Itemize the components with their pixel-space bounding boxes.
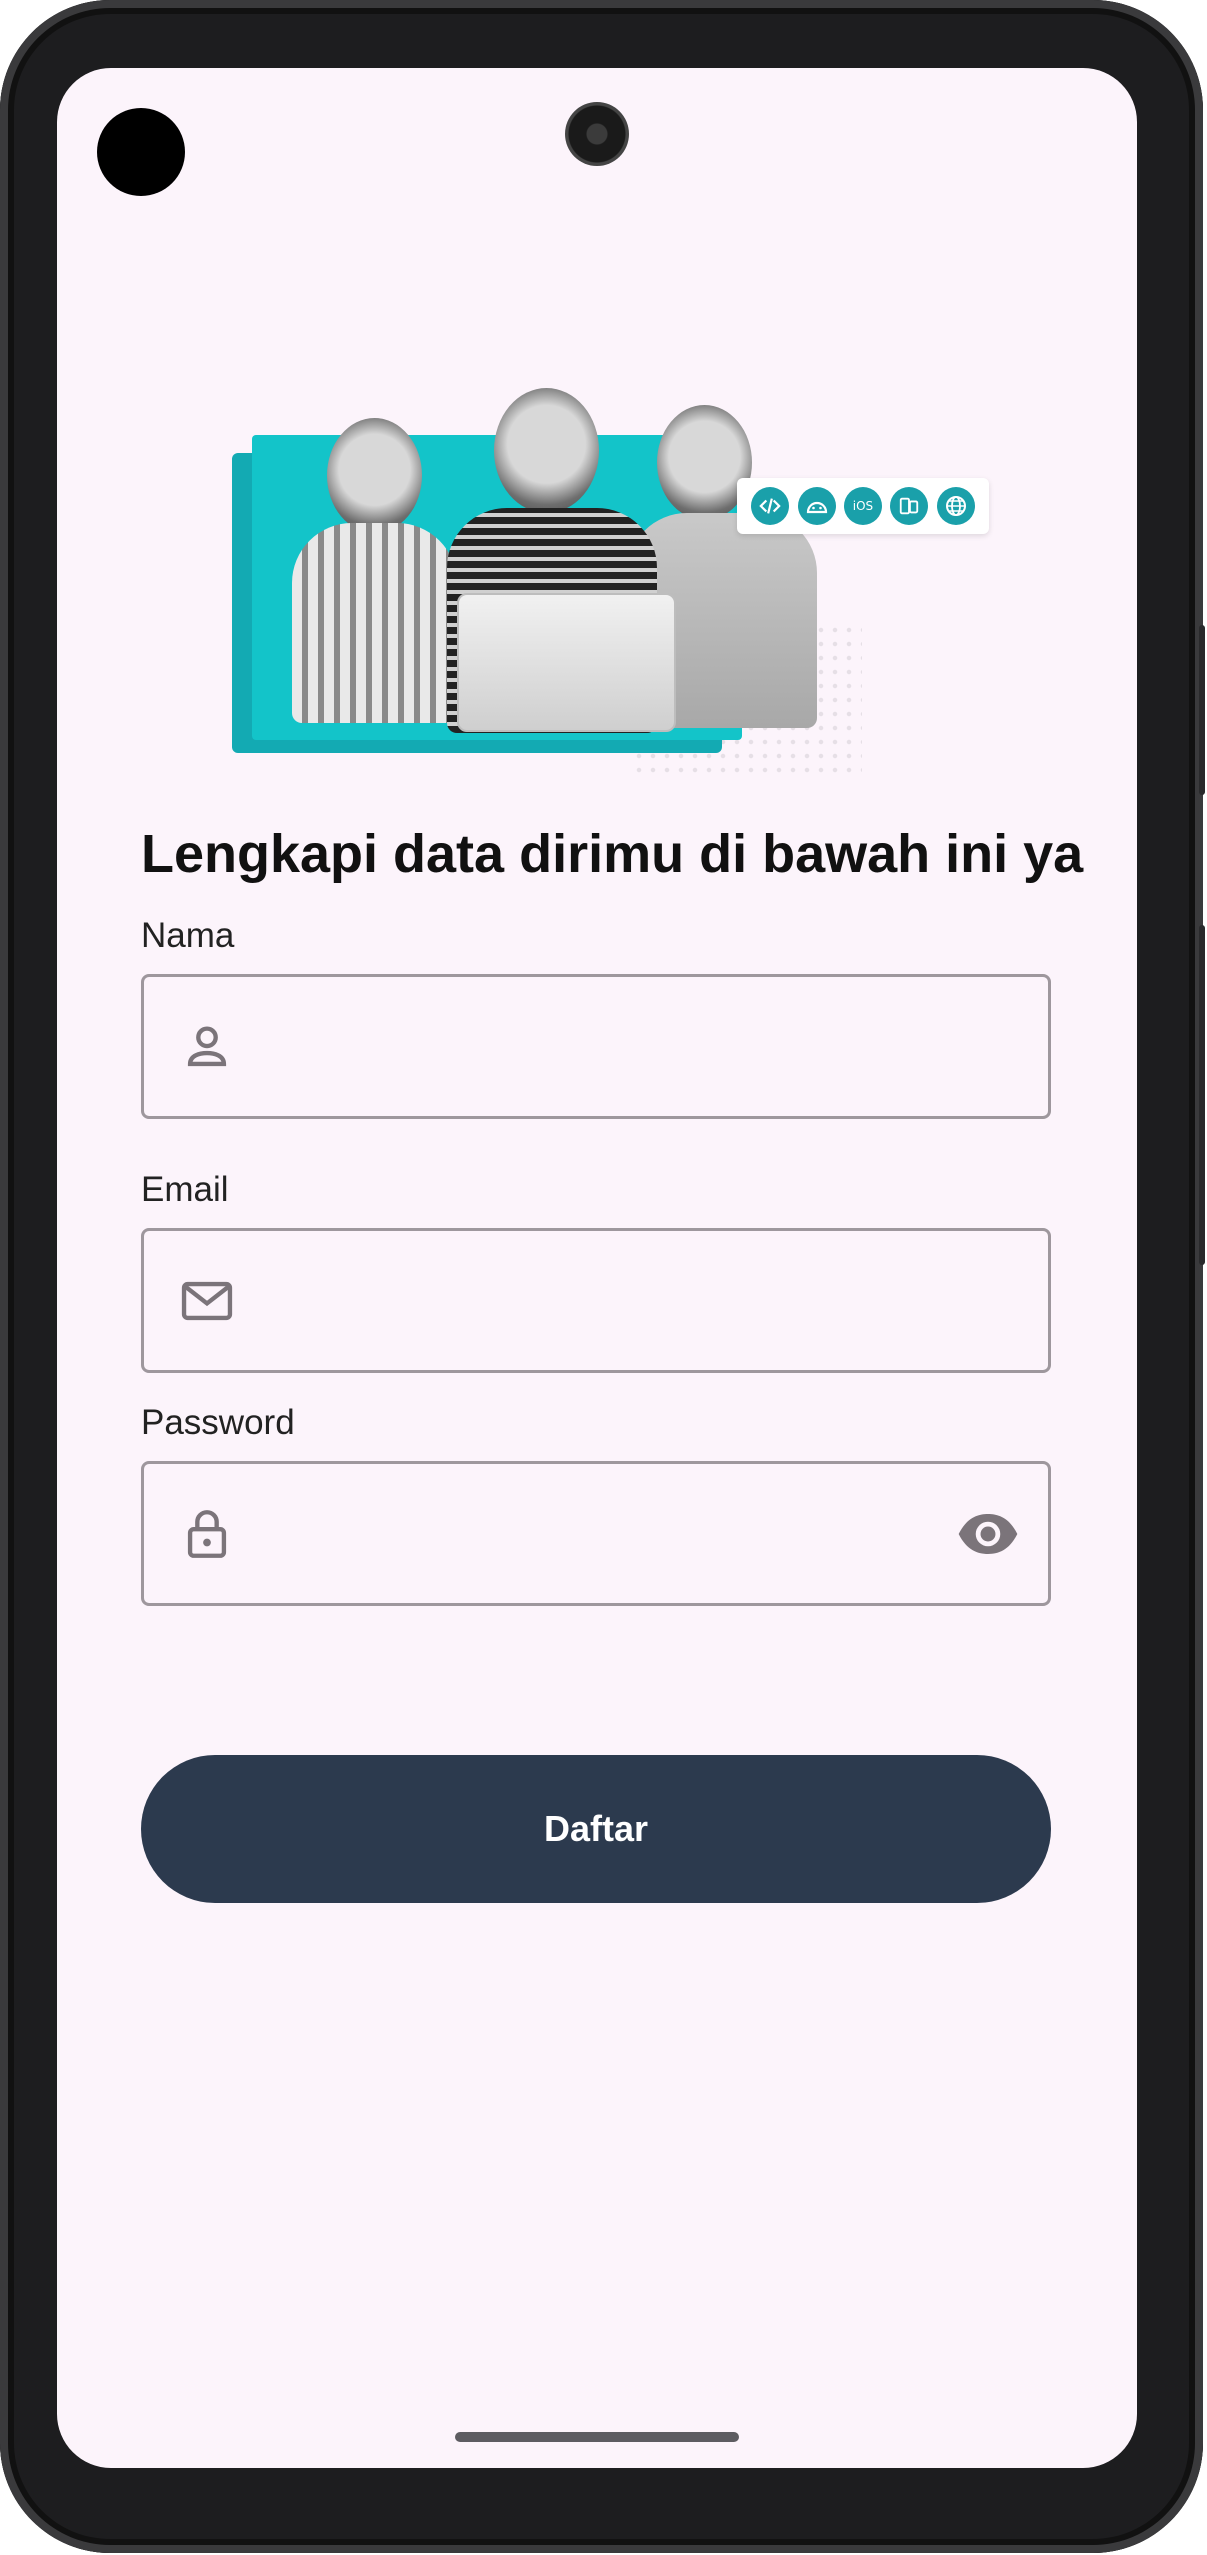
web-icon [936,487,975,525]
visibility-toggle-icon[interactable] [956,1502,1020,1566]
front-camera [565,102,629,166]
email-field[interactable] [141,1228,1051,1373]
name-field[interactable] [141,974,1051,1119]
name-input[interactable] [274,977,928,1118]
touch-indicator [97,108,185,196]
person-left-head [327,418,422,533]
register-button[interactable]: Daftar [141,1755,1051,1903]
power-button [1199,625,1205,795]
gesture-home-bar[interactable] [455,2432,739,2442]
mail-icon [181,1281,233,1320]
name-label: Nama [141,916,235,955]
email-label: Email [141,1170,229,1209]
email-input[interactable] [274,1231,928,1372]
lock-icon [187,1509,227,1558]
password-field[interactable] [141,1461,1051,1606]
devices-icon [890,487,929,525]
platform-icon-strip: iOS [737,478,989,534]
laptop [457,593,676,732]
password-input[interactable] [274,1464,928,1605]
person-left-body [292,523,457,723]
app-screen: iOS Lengkapi data dirimu di bawah ini ya… [57,68,1137,2468]
volume-button [1199,925,1205,1265]
hero-illustration: iOS [232,383,989,813]
password-label: Password [141,1403,295,1442]
person-middle-head [494,388,599,513]
phone-frame: iOS Lengkapi data dirimu di bawah ini ya… [0,0,1205,2553]
page-title: Lengkapi data dirimu di bawah ini ya [141,824,1084,884]
person-icon [187,1025,227,1066]
android-icon [797,487,836,525]
code-icon [751,487,790,525]
ios-icon: iOS [843,487,882,525]
